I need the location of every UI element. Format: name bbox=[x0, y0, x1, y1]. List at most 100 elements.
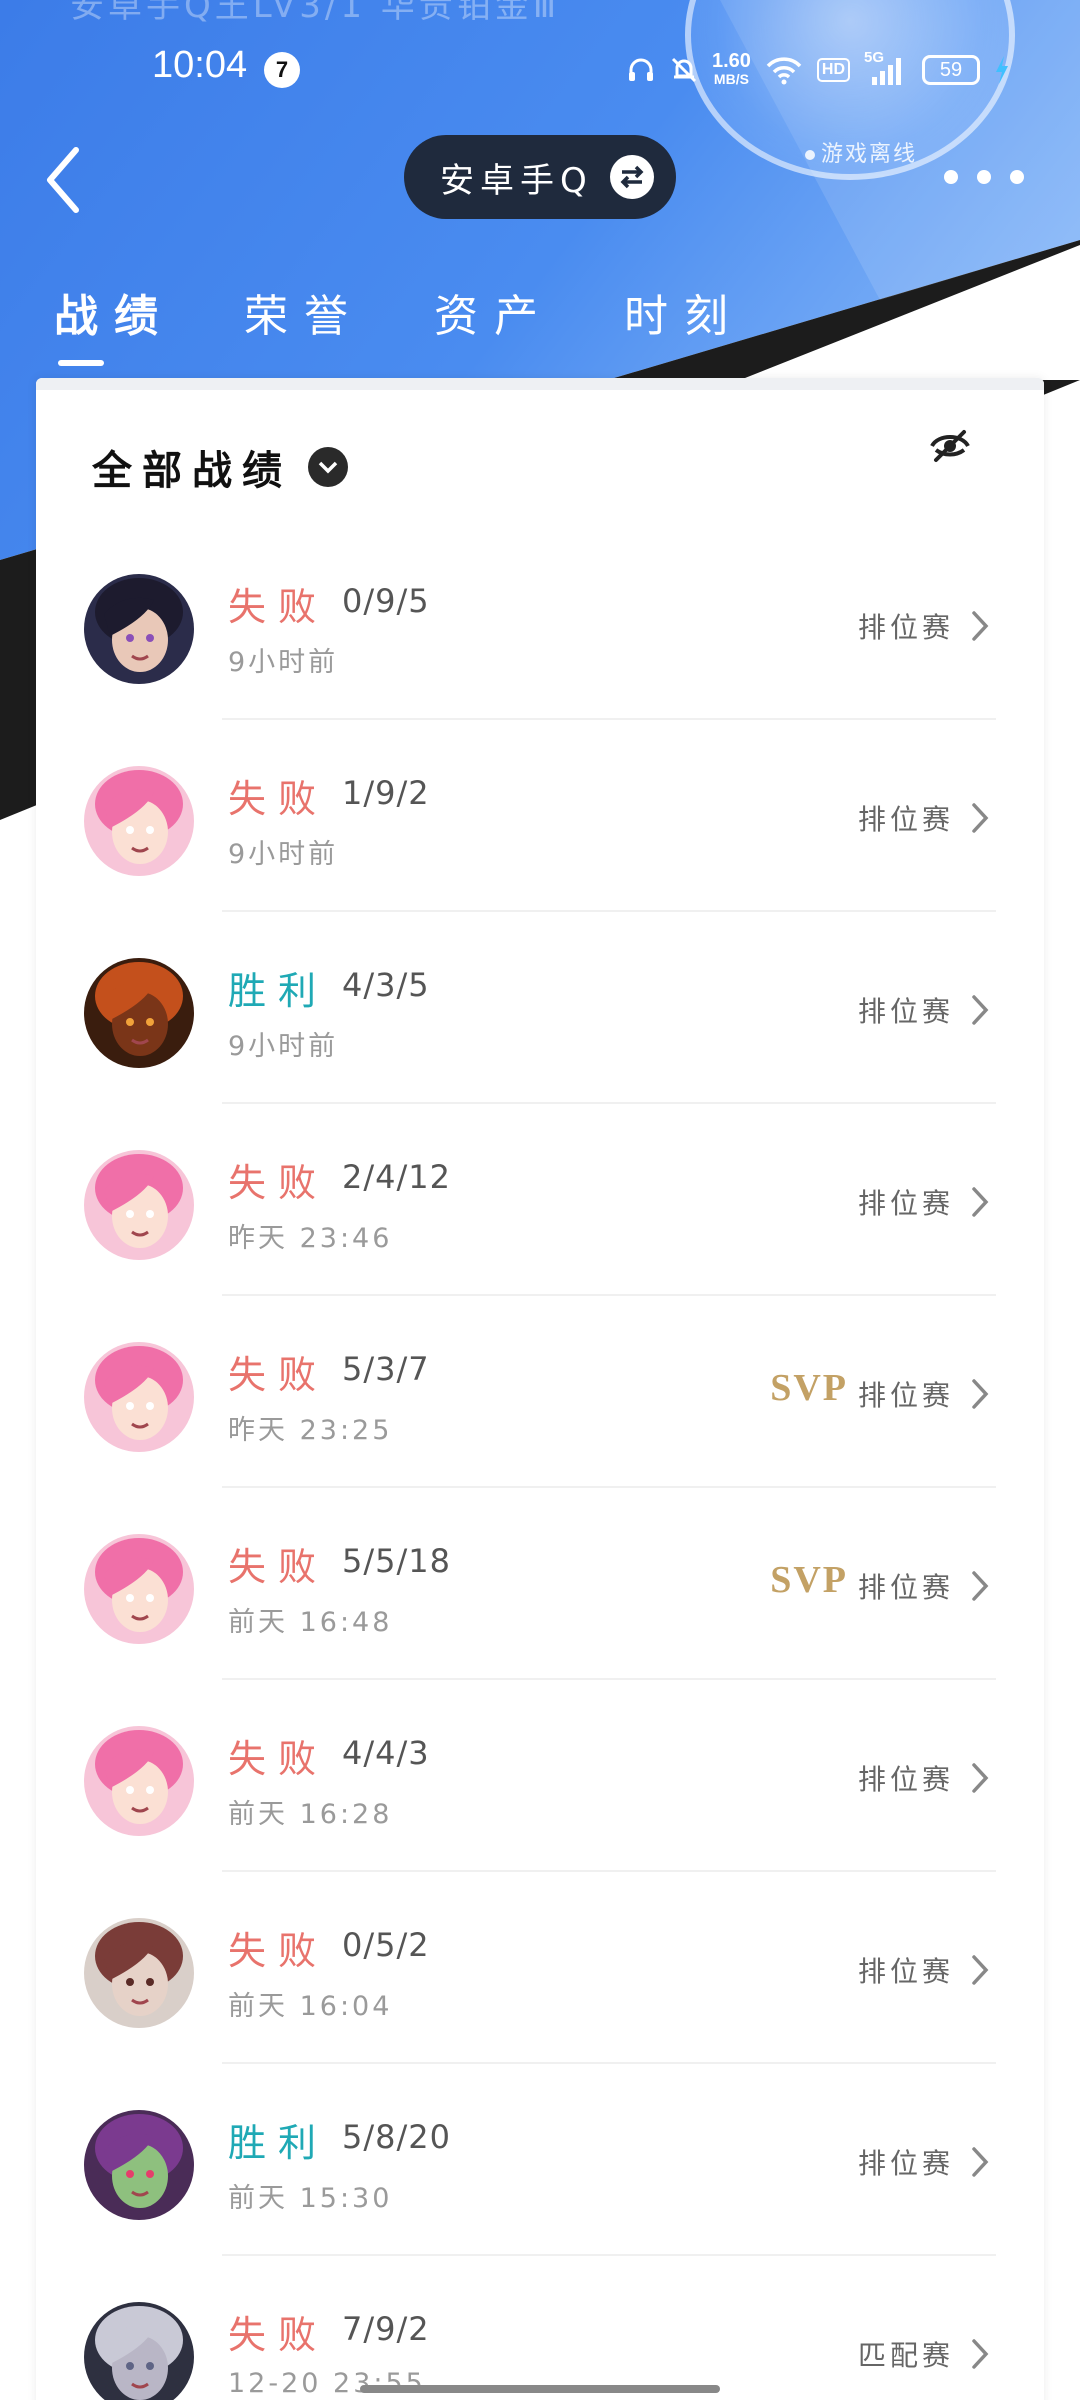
tab-assets[interactable]: 资产 bbox=[434, 280, 554, 370]
match-result: 失败 bbox=[228, 1161, 329, 1205]
match-time: 前天 16:48 bbox=[228, 1607, 393, 1638]
match-row[interactable]: 胜利 4/3/5 9小时前 排位赛 bbox=[36, 912, 1044, 1104]
chevron-right-icon bbox=[966, 608, 994, 644]
online-status: 游戏离线 bbox=[805, 136, 917, 168]
online-status-label: 游戏离线 bbox=[821, 142, 918, 167]
tab-label: 时刻 bbox=[624, 291, 744, 342]
pink-hair-avatar bbox=[84, 1342, 194, 1452]
match-time: 9小时前 bbox=[228, 839, 339, 870]
match-mode: 排位赛 bbox=[857, 2147, 954, 2180]
chevron-glyph bbox=[318, 461, 338, 474]
match-time: 昨天 23:46 bbox=[228, 1223, 393, 1254]
more-options-button[interactable] bbox=[944, 160, 1024, 194]
match-time: 前天 16:04 bbox=[228, 1991, 393, 2022]
tab-honors[interactable]: 荣誉 bbox=[244, 280, 364, 370]
match-row[interactable]: 失败 5/5/18 前天 16:48 SVP 排位赛 bbox=[36, 1488, 1044, 1680]
chevron-right-icon bbox=[966, 800, 994, 836]
match-result: 失败 bbox=[228, 1545, 329, 1589]
match-kda: 7/9/2 bbox=[342, 2310, 430, 2348]
chevron-right-icon bbox=[966, 1568, 994, 1604]
tab-label: 战绩 bbox=[54, 291, 174, 342]
match-result: 失败 bbox=[228, 2313, 329, 2357]
match-time: 前天 15:30 bbox=[228, 2183, 393, 2214]
match-list: 失败 0/9/5 9小时前 排位赛 失败 1/9/2 9小时前 排位赛 胜利 4/3/5 9小时前排… bbox=[36, 528, 1044, 2400]
match-mode: 排位赛 bbox=[857, 1955, 954, 1988]
chevron-right-icon bbox=[966, 992, 994, 1028]
network-speed-value: 1.60 bbox=[711, 50, 751, 72]
home-indicator[interactable] bbox=[360, 2385, 720, 2393]
svp-badge: SVP bbox=[770, 1559, 848, 1601]
match-mode: 排位赛 bbox=[857, 995, 954, 1028]
match-time: 昨天 23:25 bbox=[228, 1415, 393, 1446]
match-kda: 1/9/2 bbox=[342, 774, 430, 812]
match-row[interactable]: 失败 0/9/5 9小时前 排位赛 bbox=[36, 528, 1044, 720]
tab-match-history[interactable]: 战绩 bbox=[54, 280, 174, 370]
tab-label: 资产 bbox=[434, 291, 554, 342]
status-icons: 1.60 MB/S HD 5G 59 bbox=[626, 48, 1010, 92]
match-mode: 排位赛 bbox=[857, 1187, 954, 1220]
swap-account-icon bbox=[610, 155, 654, 199]
match-mode: 排位赛 bbox=[857, 1379, 954, 1412]
more-dot-icon bbox=[1010, 170, 1024, 184]
match-row[interactable]: 胜利 5/8/20 前天 15:30 排位赛 bbox=[36, 2064, 1044, 2256]
wifi-icon bbox=[766, 57, 802, 85]
pink-hair-avatar bbox=[84, 1726, 194, 1836]
notification-count-badge: 7 bbox=[264, 52, 300, 88]
match-mode: 排位赛 bbox=[857, 803, 954, 836]
cellular-signal: 5G bbox=[864, 49, 908, 87]
signal-bars-icon bbox=[872, 58, 901, 85]
match-row[interactable]: 失败 5/3/7 昨天 23:25 SVP 排位赛 bbox=[36, 1296, 1044, 1488]
match-time: 12-20 23:55 bbox=[228, 2368, 426, 2399]
match-history-card: 全部战绩 失败 0/9/5 9小时前 排位赛 失败 1/9/2 9小时前 排位赛 胜利 4/3/5… bbox=[36, 378, 1044, 2400]
hd-voice-indicator: HD bbox=[816, 58, 850, 82]
match-result: 胜利 bbox=[228, 2121, 329, 2165]
account-switcher[interactable]: 安卓手Q bbox=[404, 135, 676, 219]
match-row[interactable]: 失败 2/4/12 昨天 23:46 排位赛 bbox=[36, 1104, 1044, 1296]
horned-warrior-avatar bbox=[84, 1918, 194, 2028]
pink-hair-avatar bbox=[84, 1150, 194, 1260]
chevron-right-icon bbox=[966, 2336, 994, 2372]
mute-bell-icon bbox=[671, 57, 697, 83]
headphones-icon bbox=[628, 58, 653, 81]
match-time: 9小时前 bbox=[228, 647, 339, 678]
header-ghost-text: 安卓手Q王LV3/1 华贵铂金Ⅲ bbox=[70, 0, 561, 26]
dark-mage-avatar bbox=[84, 574, 194, 684]
active-tab-indicator bbox=[58, 360, 104, 366]
match-result: 失败 bbox=[228, 1737, 329, 1781]
back-button[interactable] bbox=[36, 140, 96, 220]
svp-badge: SVP bbox=[770, 1367, 848, 1409]
match-kda: 5/5/18 bbox=[342, 1542, 451, 1580]
section-tabs: 战绩 荣誉 资产 时刻 bbox=[54, 280, 814, 370]
chevron-down-icon bbox=[308, 447, 348, 487]
battery-level: 59 bbox=[939, 59, 963, 81]
chevron-right-icon bbox=[966, 1760, 994, 1796]
chevron-right-icon bbox=[966, 1952, 994, 1988]
tab-label: 荣誉 bbox=[244, 291, 364, 342]
status-bar: 10:04 7 1.60 MB/S HD 5G 59 bbox=[0, 40, 1080, 100]
match-kda: 5/3/7 bbox=[342, 1350, 430, 1388]
match-row[interactable]: 失败 4/4/3 前天 16:28 排位赛 bbox=[36, 1680, 1044, 1872]
match-filter-dropdown[interactable]: 全部战绩 bbox=[92, 438, 348, 496]
tab-moments[interactable]: 时刻 bbox=[624, 280, 744, 370]
match-time: 9小时前 bbox=[228, 1031, 339, 1062]
network-speed: 1.60 MB/S bbox=[711, 50, 751, 88]
match-time: 前天 16:28 bbox=[228, 1799, 393, 1830]
match-row[interactable]: 失败 1/9/2 9小时前 排位赛 bbox=[36, 720, 1044, 912]
network-speed-unit: MB/S bbox=[713, 71, 749, 87]
chevron-right-icon bbox=[966, 1376, 994, 1412]
match-row[interactable]: 失败 0/5/2 前天 16:04 排位赛 bbox=[36, 1872, 1044, 2064]
back-arrow-icon bbox=[47, 147, 79, 213]
match-result: 失败 bbox=[228, 777, 329, 821]
match-kda: 0/9/5 bbox=[342, 582, 430, 620]
status-time: 10:04 bbox=[152, 44, 248, 86]
match-mode: 排位赛 bbox=[857, 611, 954, 644]
match-result: 失败 bbox=[228, 1929, 329, 1973]
battery-indicator: 59 bbox=[922, 55, 980, 85]
eye-off-icon bbox=[930, 430, 970, 462]
fire-beast-avatar bbox=[84, 958, 194, 1068]
match-row[interactable]: 失败 7/9/2 12-20 23:55 匹配赛 bbox=[36, 2256, 1044, 2400]
match-mode: 匹配赛 bbox=[857, 2339, 954, 2372]
hide-records-button[interactable] bbox=[928, 424, 972, 468]
purple-imp-avatar bbox=[84, 2110, 194, 2220]
match-kda: 5/8/20 bbox=[342, 2118, 451, 2156]
